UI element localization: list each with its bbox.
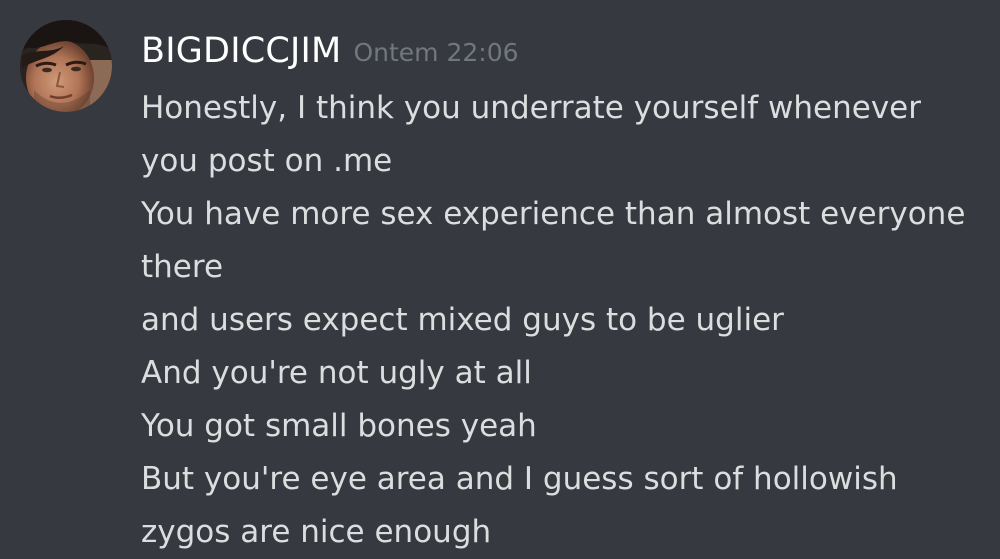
message-content: Honestly, I think you underrate yourself… (141, 82, 991, 559)
message-line: But you're eye area and I guess sort of … (141, 461, 898, 497)
message-line: you post on .me (141, 143, 393, 179)
message-line: And you're not ugly at all (141, 355, 532, 391)
username[interactable]: BIGDICCJIM (141, 31, 341, 71)
message-line: You have more sex experience than almost… (141, 196, 966, 232)
chat-message: BIGDICCJIM Ontem 22:06 Honestly, I think … (0, 0, 1000, 553)
timestamp: Ontem 22:06 (353, 38, 519, 67)
message-line: and users expect mixed guys to be uglier (141, 302, 784, 338)
user-avatar[interactable] (20, 20, 112, 112)
message-line: Honestly, I think you underrate yourself… (141, 90, 921, 126)
message-line: there (141, 249, 224, 285)
message-line: zygos are nice enough (141, 514, 492, 550)
message-header: BIGDICCJIM Ontem 22:06 (141, 28, 519, 74)
avatar-image (20, 20, 112, 112)
message-line: You got small bones yeah (141, 408, 537, 444)
